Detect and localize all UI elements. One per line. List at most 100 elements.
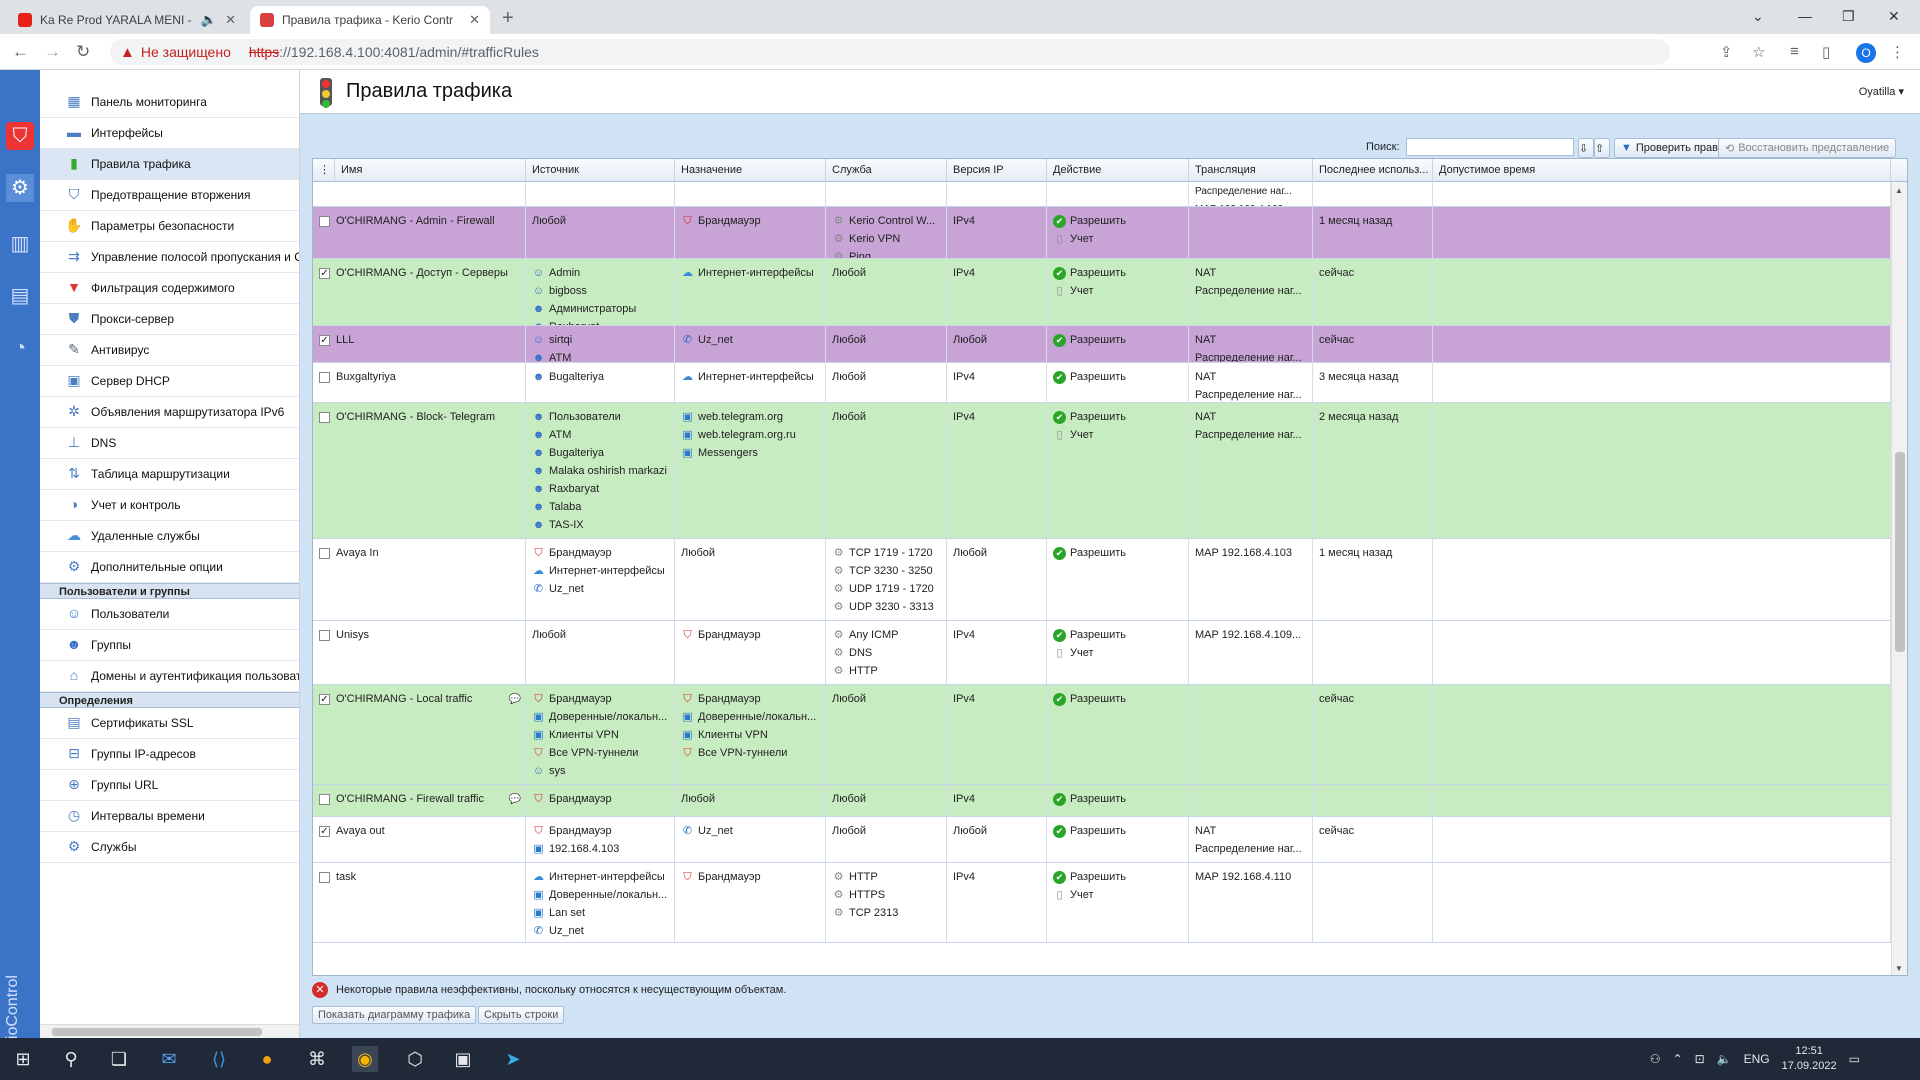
search-prev-button[interactable]: ⇩	[1578, 138, 1594, 158]
rule-enabled-checkbox[interactable]	[319, 793, 330, 805]
sidebar-item[interactable]: ⊟ Группы IP-адресов	[40, 739, 299, 770]
restore-icon[interactable]: ❐	[1842, 8, 1855, 25]
sidebar-item[interactable]: ⌂ Домены и аутентификация пользоват	[40, 661, 299, 692]
remote-app-icon[interactable]: ▣	[450, 1046, 476, 1072]
scrollbar-thumb[interactable]	[52, 1028, 262, 1036]
new-tab-button[interactable]: +	[502, 7, 514, 30]
settings-gear-icon[interactable]: ⚙	[6, 174, 34, 202]
column-chooser-icon[interactable]: ⋮	[313, 159, 335, 182]
minimize-icon[interactable]: —	[1798, 8, 1812, 24]
back-icon[interactable]: ←	[12, 42, 29, 62]
sidebar-item[interactable]: ☺ Пользователи	[40, 599, 299, 630]
people-icon[interactable]: ⚇	[1650, 1052, 1661, 1066]
share-icon[interactable]: ⇪	[1720, 43, 1733, 61]
vscode-icon[interactable]: ⟨⟩	[206, 1046, 232, 1072]
search-next-button[interactable]: ⇧	[1594, 138, 1610, 158]
menu-dots-icon[interactable]: ⋮	[1890, 43, 1905, 61]
table-row[interactable]: ✓ LLL ☺ sirtqi ☻ ATM ✆ Uz_net Любой Любой ✔ Разреши…	[313, 326, 1891, 363]
clock[interactable]: 12:51 17.09.2022	[1782, 1044, 1837, 1074]
statistics-icon[interactable]: ▥	[6, 230, 34, 258]
search-input[interactable]	[1406, 138, 1574, 156]
rule-enabled-checkbox[interactable]: ✓	[319, 334, 330, 346]
sidebar-item[interactable]: ⊥ DNS	[40, 428, 299, 459]
sidebar-item[interactable]: ▤ Сертификаты SSL	[40, 708, 299, 739]
rule-enabled-checkbox[interactable]: ✓	[319, 267, 330, 279]
sidebar-horizontal-scrollbar[interactable]	[40, 1024, 299, 1038]
sidebar-item[interactable]: ⇉ Управление полосой пропускания и С	[40, 242, 299, 273]
table-row[interactable]: O'CHIRMANG - Block- Telegram ☻ Пользовател…	[313, 403, 1891, 539]
comment-icon[interactable]: 💬	[509, 694, 521, 705]
column-header[interactable]: Версия IP	[947, 159, 1047, 182]
search-icon[interactable]: ⚲	[58, 1046, 84, 1072]
bookmark-star-icon[interactable]: ☆	[1752, 43, 1765, 61]
table-row[interactable]: Распределение наг... MAP 192.168.4.100...	[313, 182, 1891, 207]
table-row[interactable]: Avaya In ⛉ Брандмауэр ☁ Интернет-интерфейсы ✆…	[313, 539, 1891, 621]
notifications-icon[interactable]: ▭	[1849, 1052, 1860, 1066]
rule-enabled-checkbox[interactable]: ✓	[319, 825, 330, 837]
sidebar-item[interactable]: ⚙ Дополнительные опции	[40, 552, 299, 583]
table-row[interactable]: Unisys Любой ⛉ Брандмауэр ⚙ Any ICMP ⚙ DNS ⚙ HTTP…	[313, 621, 1891, 685]
browser-tab-kerio[interactable]: Правила трафика - Kerio Contr ✕	[250, 6, 490, 34]
grid-vertical-scrollbar[interactable]: ▲ ▼	[1891, 182, 1907, 975]
table-row[interactable]: Buxgaltyriya ☻ Bugalteriya ☁ Интернет-интерф…	[313, 363, 1891, 403]
rule-enabled-checkbox[interactable]	[319, 411, 330, 423]
postman-icon[interactable]: ●	[254, 1046, 280, 1072]
profile-avatar[interactable]: O	[1856, 43, 1876, 63]
close-window-icon[interactable]: ✕	[1888, 8, 1900, 25]
mail-icon[interactable]: ✉	[156, 1046, 182, 1072]
warning-triangle-icon[interactable]: ▲	[120, 44, 135, 61]
reload-icon[interactable]: ↻	[76, 42, 90, 62]
tray-expand-icon[interactable]: ⌃	[1673, 1052, 1683, 1066]
status-icon[interactable]: ◔	[6, 334, 34, 362]
column-header[interactable]: Имя	[335, 159, 526, 182]
sidebar-item[interactable]: ⊕ Группы URL	[40, 770, 299, 801]
column-header[interactable]: Источник	[526, 159, 675, 182]
sidebar-item[interactable]: ✲ Объявления маршрутизатора IPv6	[40, 397, 299, 428]
close-tab-icon[interactable]: ✕	[469, 12, 480, 28]
rule-enabled-checkbox[interactable]: ✓	[319, 693, 330, 705]
table-row[interactable]: O'CHIRMANG - Firewall traffic 💬 ⛉ Брандмауэ…	[313, 785, 1891, 817]
sidebar-item[interactable]: ▦ Панель мониторинга	[40, 87, 299, 118]
reading-list-icon[interactable]: ≡	[1790, 43, 1799, 60]
rule-enabled-checkbox[interactable]	[319, 215, 330, 227]
sidebar-item[interactable]: ✋ Параметры безопасности	[40, 211, 299, 242]
column-header[interactable]: Действие	[1047, 159, 1189, 182]
tab-search-icon[interactable]: ⌄	[1752, 8, 1764, 25]
sidebar-item[interactable]: ▼ Фильтрация содержимого	[40, 273, 299, 304]
sidebar-item[interactable]: ✎ Антивирус	[40, 335, 299, 366]
hide-rows-button[interactable]: Скрыть строки	[478, 1006, 565, 1024]
volume-icon[interactable]: 🔈	[1717, 1052, 1732, 1066]
comment-icon[interactable]: 💬	[509, 794, 521, 805]
network-app-icon[interactable]: ⌘	[304, 1046, 330, 1072]
scroll-down-icon[interactable]: ▼	[1895, 964, 1903, 973]
logs-icon[interactable]: ▤	[6, 282, 34, 310]
sidebar-item[interactable]: ⛊ Прокси-сервер	[40, 304, 299, 335]
network-icon[interactable]: ⊡	[1695, 1052, 1705, 1066]
sidebar-item[interactable]: ▮ Правила трафика	[40, 149, 299, 180]
side-panel-icon[interactable]: ▯	[1822, 43, 1830, 61]
column-header[interactable]: Назначение	[675, 159, 826, 182]
rule-enabled-checkbox[interactable]	[319, 629, 330, 641]
table-row[interactable]: task ☁ Интернет-интерфейсы ▣ Доверенные/лока…	[313, 863, 1891, 943]
table-row[interactable]: O'CHIRMANG - Admin - Firewall Любой ⛉ Бранд…	[313, 207, 1891, 259]
scrollbar-thumb[interactable]	[1895, 452, 1905, 652]
rule-enabled-checkbox[interactable]	[319, 371, 330, 383]
scroll-up-icon[interactable]: ▲	[1895, 186, 1903, 195]
rule-enabled-checkbox[interactable]	[319, 547, 330, 559]
restore-view-button[interactable]: ⟲ Восстановить представление	[1718, 138, 1897, 158]
windows-start-icon[interactable]: ⊞	[10, 1046, 36, 1072]
sidebar-item[interactable]: ☻ Группы	[40, 630, 299, 661]
sidebar-item[interactable]: ◷ Интервалы времени	[40, 801, 299, 832]
table-row[interactable]: ✓ O'CHIRMANG - Local traffic 💬 ⛉ Брандмауэр ▣…	[313, 685, 1891, 785]
table-row[interactable]: ✓ O'CHIRMANG - Доступ - Серверы ☺ Admin ☺ big…	[313, 259, 1891, 326]
table-row[interactable]: ✓ Avaya out ⛉ Брандмауэр ▣ 192.168.4.103 ✆ Uz_n…	[313, 817, 1891, 863]
chrome-icon[interactable]: ◉	[352, 1046, 378, 1072]
browser-tab-youtube[interactable]: Ka Re Prod YARALA MENI - Y 🔈 ✕	[8, 6, 246, 34]
column-header[interactable]: Последнее использ...	[1313, 159, 1433, 182]
column-header[interactable]: Допустимое время	[1433, 159, 1891, 182]
telegram-icon[interactable]: ➤	[500, 1046, 526, 1072]
user-menu[interactable]: Oyatilla ▾	[1859, 85, 1904, 98]
sidebar-item[interactable]: ⚙ Службы	[40, 832, 299, 863]
sidebar-item[interactable]: ▬ Интерфейсы	[40, 118, 299, 149]
sidebar-item[interactable]: ◑ Учет и контроль	[40, 490, 299, 521]
